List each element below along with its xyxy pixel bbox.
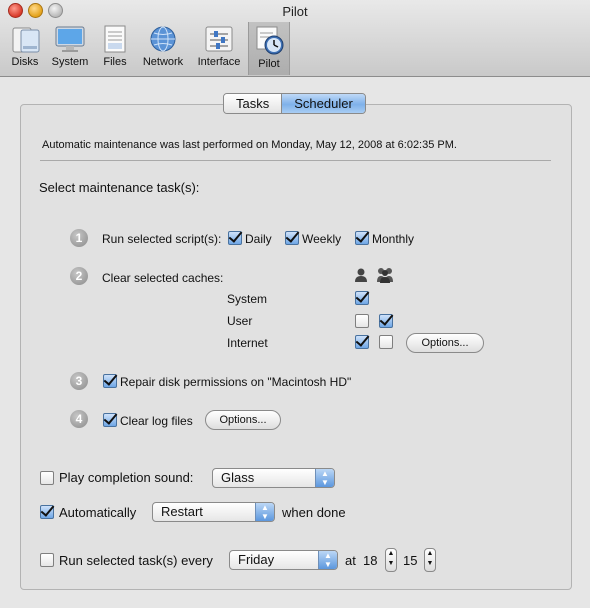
hour-value[interactable]: 18 — [363, 553, 377, 568]
toolbar-pilot[interactable]: Pilot — [248, 22, 290, 75]
toolbar-disks[interactable]: Disks — [8, 24, 42, 72]
after-action-popup[interactable]: Restart ▲ ▼ — [152, 502, 275, 522]
user-cache-user-checkbox[interactable] — [355, 314, 369, 328]
system-display-icon — [55, 26, 85, 52]
sound-popup-value: Glass — [221, 470, 255, 485]
internet-cache-label: Internet — [227, 336, 268, 350]
repair-permissions-label: Repair disk permissions on "Macintosh HD… — [120, 375, 352, 389]
cache-options-button[interactable]: Options... — [406, 333, 484, 353]
daily-label: Daily — [245, 232, 272, 246]
monthly-label: Monthly — [372, 232, 415, 246]
divider — [40, 160, 551, 161]
internet-cache-group-checkbox[interactable] — [379, 335, 393, 349]
popup-arrows-icon: ▲ ▼ — [318, 551, 337, 569]
step-number-1: 1 — [70, 229, 88, 247]
log-options-button[interactable]: Options... — [205, 410, 281, 430]
after-action-value: Restart — [161, 504, 203, 519]
tab-scheduler[interactable]: Scheduler — [281, 94, 365, 113]
automatically-checkbox[interactable] — [40, 505, 54, 519]
toolbar-system[interactable]: System — [48, 24, 92, 72]
system-cache-user-checkbox[interactable] — [355, 291, 369, 305]
section-title: Select maintenance task(s): — [39, 180, 200, 195]
at-label: at — [345, 553, 356, 568]
run-every-checkbox[interactable] — [40, 553, 54, 567]
toolbar-network-label: Network — [142, 56, 184, 68]
completion-sound-label: Play completion sound: — [59, 470, 194, 485]
automatically-label: Automatically — [59, 505, 137, 520]
preferences-window: Pilot Disks System Files Network Interfa… — [0, 0, 590, 608]
clear-caches-label: Clear selected caches: — [102, 271, 224, 285]
toolbar-interface[interactable]: Interface — [193, 24, 245, 72]
run-every-label: Run selected task(s) every — [59, 553, 213, 568]
step-number-4: 4 — [70, 410, 88, 428]
tab-tasks[interactable]: Tasks — [224, 94, 282, 113]
popup-arrows-icon: ▲ ▼ — [315, 469, 334, 487]
toolbar-disks-label: Disks — [11, 56, 39, 68]
clear-log-files-label: Clear log files — [120, 414, 193, 428]
clear-log-files-checkbox[interactable] — [103, 413, 117, 427]
title-toolbar: Pilot Disks System Files Network Interfa… — [0, 0, 590, 77]
group-users-icon — [377, 268, 393, 283]
tab-control: Tasks Scheduler — [223, 93, 366, 114]
interface-sliders-icon — [205, 26, 233, 52]
files-icon — [104, 25, 126, 53]
popup-arrows-icon: ▲ ▼ — [255, 503, 274, 521]
day-popup-value: Friday — [238, 552, 275, 567]
toolbar-files[interactable]: Files — [98, 24, 132, 72]
monthly-checkbox[interactable] — [355, 231, 369, 245]
sound-popup[interactable]: Glass ▲ ▼ — [212, 468, 335, 488]
network-globe-icon — [150, 26, 176, 52]
step-number-2: 2 — [70, 267, 88, 285]
day-popup[interactable]: Friday ▲ ▼ — [229, 550, 338, 570]
completion-sound-checkbox[interactable] — [40, 471, 54, 485]
step-number-3: 3 — [70, 372, 88, 390]
toolbar-network[interactable]: Network — [138, 24, 188, 72]
toolbar-pilot-label: Pilot — [258, 58, 280, 70]
system-cache-label: System — [227, 292, 268, 306]
toolbar-interface-label: Interface — [197, 56, 241, 68]
user-cache-label: User — [227, 314, 253, 328]
minute-value[interactable]: 15 — [403, 553, 417, 568]
last-performed-status: Automatic maintenance was last performed… — [42, 139, 457, 151]
internet-cache-user-checkbox[interactable] — [355, 335, 369, 349]
when-done-label: when done — [282, 505, 346, 520]
hour-stepper[interactable]: ▲ ▼ — [385, 548, 397, 572]
weekly-checkbox[interactable] — [285, 231, 299, 245]
single-user-icon — [355, 268, 367, 282]
window-title: Pilot — [282, 4, 308, 19]
user-cache-group-checkbox[interactable] — [379, 314, 393, 328]
disks-icon — [12, 27, 40, 53]
toolbar-files-label: Files — [103, 56, 127, 68]
minute-stepper[interactable]: ▲ ▼ — [424, 548, 436, 572]
pilot-schedule-icon — [256, 26, 284, 55]
repair-permissions-checkbox[interactable] — [103, 374, 117, 388]
run-scripts-label: Run selected script(s): — [102, 232, 222, 246]
daily-checkbox[interactable] — [228, 231, 242, 245]
weekly-label: Weekly — [302, 232, 342, 246]
toolbar-system-label: System — [51, 56, 89, 68]
